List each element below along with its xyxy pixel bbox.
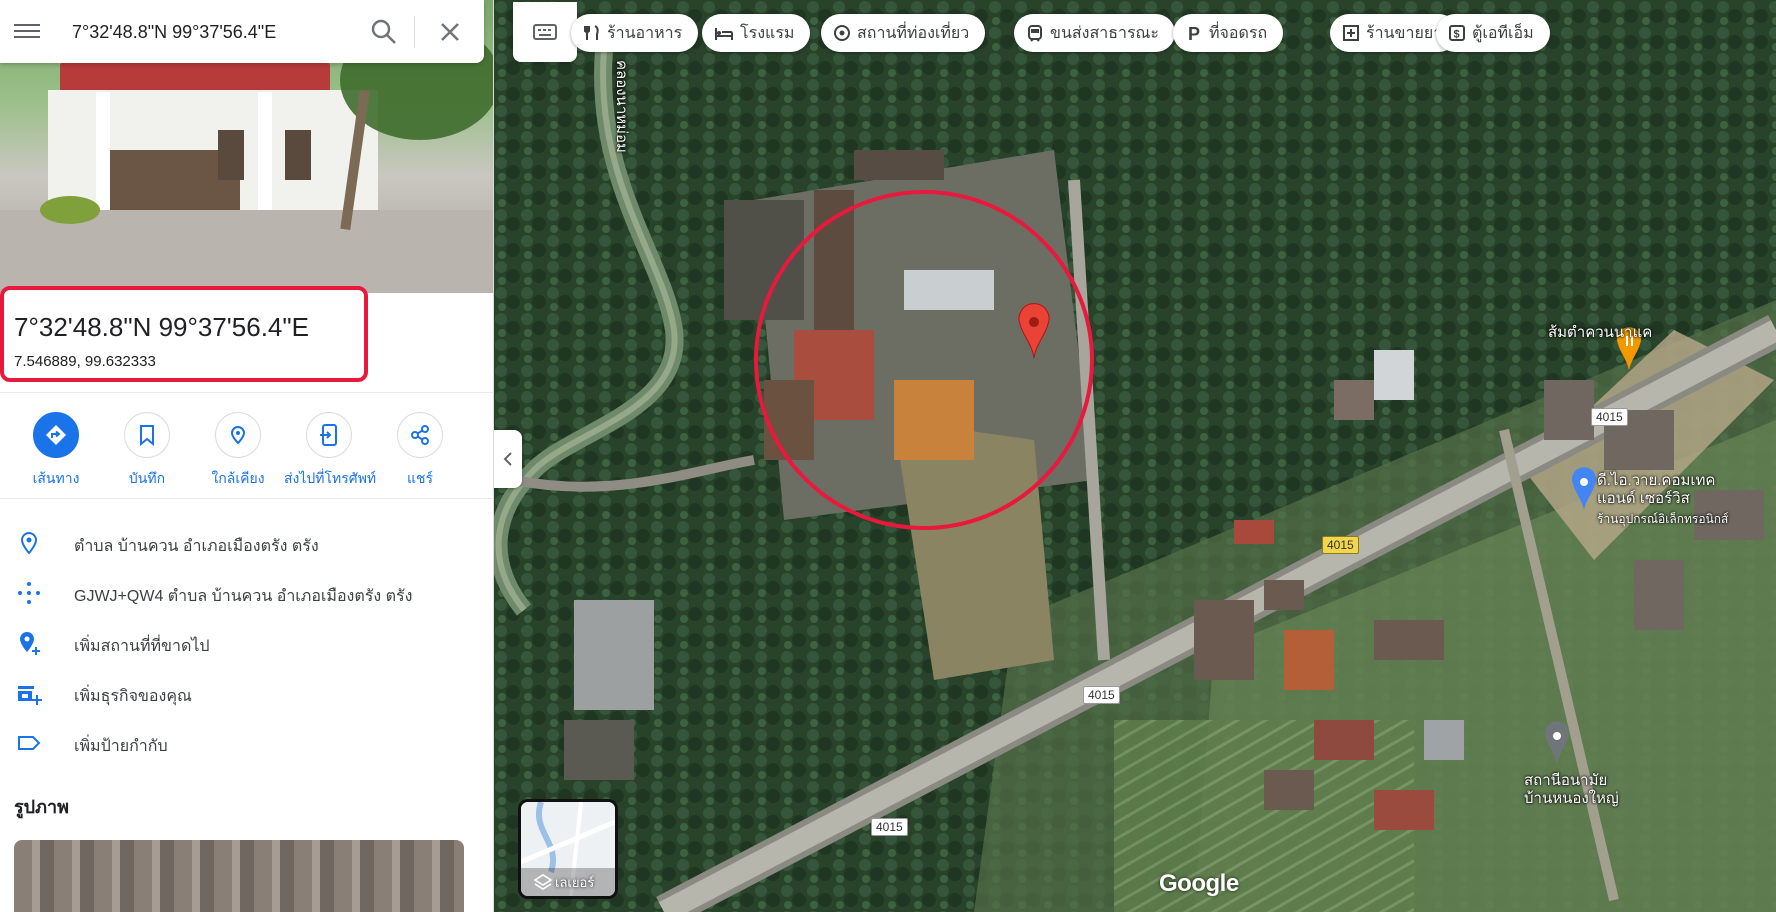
decimal-coordinates[interactable]: 7.546889, 99.632333 bbox=[14, 353, 156, 370]
keyboard-button[interactable] bbox=[513, 2, 577, 62]
health-poi-marker[interactable] bbox=[1545, 721, 1569, 764]
pharmacy-icon bbox=[1343, 25, 1359, 41]
chevron-left-icon bbox=[503, 452, 512, 466]
highlight-circle bbox=[754, 190, 1094, 530]
directions-button[interactable]: เส้นทาง bbox=[11, 412, 101, 490]
search-divider bbox=[414, 16, 415, 48]
nearby-icon bbox=[230, 425, 246, 445]
layers-button[interactable]: เลเยอร์ bbox=[518, 799, 618, 899]
shop-poi-marker[interactable] bbox=[1572, 467, 1596, 510]
chip-label: ตู้เอทีเอ็ม bbox=[1472, 24, 1534, 42]
chip-label: ร้านขายยา bbox=[1366, 24, 1443, 42]
save-button[interactable]: บันทึก bbox=[102, 412, 192, 490]
send-to-phone-button[interactable]: ส่งไปที่โทรศัพท์ bbox=[284, 412, 377, 490]
side-panel: 7°32'48.8"N 99°37'56.4"E 7.546889, 99.63… bbox=[0, 0, 494, 912]
location-pin-icon bbox=[20, 531, 38, 555]
chip-label: ที่จอดรถ bbox=[1209, 24, 1268, 42]
chip-label: ร้านอาหาร bbox=[607, 24, 683, 42]
svg-text:$: $ bbox=[1454, 29, 1460, 41]
chip-atm[interactable]: $ ตู้เอทีเอ็ม bbox=[1436, 14, 1550, 52]
add-business-icon bbox=[18, 686, 42, 705]
nearby-button[interactable]: ใกล้เคียง bbox=[193, 412, 283, 490]
road-number-4015: 4015 bbox=[1083, 686, 1120, 704]
chip-parking[interactable]: P ที่จอดรถ bbox=[1173, 14, 1284, 52]
info-text: เพิ่มธุรกิจของคุณ bbox=[74, 688, 192, 705]
road-number-4015: 4015 bbox=[871, 818, 908, 836]
add-place-icon bbox=[20, 632, 40, 655]
info-text: ตำบล บ้านควน อำเภอเมืองตรัง ตรัง bbox=[74, 538, 319, 555]
place-title: 7°32'48.8"N 99°37'56.4"E bbox=[14, 312, 309, 342]
action-label: ใกล้เคียง bbox=[211, 470, 265, 486]
canal-label: คลองนาหม่อม bbox=[613, 60, 630, 153]
transit-icon bbox=[1028, 25, 1042, 42]
atm-icon: $ bbox=[1449, 25, 1465, 41]
photos-heading: รูปภาพ bbox=[14, 797, 69, 817]
location-pin-marker[interactable] bbox=[1018, 303, 1050, 359]
info-row-add-business[interactable]: เพิ่มธุรกิจของคุณ bbox=[0, 672, 493, 712]
road-number-4015: 4015 bbox=[1591, 408, 1628, 426]
attraction-icon bbox=[834, 25, 850, 41]
google-logo: Google bbox=[1159, 870, 1239, 897]
chip-label: โรงแรม bbox=[740, 24, 795, 42]
info-row-add-label[interactable]: เพิ่มป้ายกำกับ bbox=[0, 722, 493, 762]
layers-label: เลเยอร์ bbox=[555, 875, 595, 890]
road-number-4015: 4015 bbox=[1322, 536, 1359, 554]
bookmark-icon bbox=[140, 425, 154, 446]
send-to-phone-icon bbox=[320, 424, 337, 446]
poi-label-restaurant[interactable]: ส้มตำควนนาแค bbox=[1548, 320, 1652, 344]
chip-transit[interactable]: ขนส่งสาธารณะ bbox=[1014, 14, 1175, 52]
divider bbox=[0, 392, 493, 393]
info-text: เพิ่มสถานที่ที่ขาดไป bbox=[74, 638, 210, 655]
directions-icon bbox=[46, 425, 66, 445]
info-row-add-place[interactable]: เพิ่มสถานที่ที่ขาดไป bbox=[0, 622, 493, 662]
search-box bbox=[0, 0, 484, 63]
divider bbox=[0, 498, 493, 499]
info-text: GJWJ+QW4 ตำบล บ้านควน อำเภอเมืองตรัง ตรั… bbox=[74, 588, 413, 605]
action-label: ส่งไปที่โทรศัพท์ bbox=[284, 470, 377, 486]
svg-text:P: P bbox=[1188, 24, 1200, 42]
info-text: เพิ่มป้ายกำกับ bbox=[74, 738, 168, 755]
chip-label: ขนส่งสาธารณะ bbox=[1050, 24, 1159, 42]
menu-icon[interactable] bbox=[14, 20, 40, 42]
chip-hotels[interactable]: โรงแรม bbox=[702, 14, 811, 52]
parking-icon: P bbox=[1188, 24, 1200, 42]
info-row-plus-code[interactable]: GJWJ+QW4 ตำบล บ้านควน อำเภอเมืองตรัง ตรั… bbox=[0, 572, 493, 612]
search-icon[interactable] bbox=[370, 18, 398, 46]
share-button[interactable]: แชร์ bbox=[375, 412, 465, 490]
poi-sublabel-shop: ร้านอุปกรณ์อิเล็กทรอนิกส์ bbox=[1597, 512, 1729, 526]
hotel-icon bbox=[715, 28, 733, 40]
restaurant-icon bbox=[584, 25, 599, 40]
info-row-address[interactable]: ตำบล บ้านควน อำเภอเมืองตรัง ตรัง bbox=[0, 522, 493, 562]
chip-restaurants[interactable]: ร้านอาหาร bbox=[571, 14, 699, 52]
close-icon[interactable] bbox=[436, 18, 464, 46]
poi-label-shop[interactable]: ดี.ไอ.วาย.คอมเทค แอนด์ เซอร์วิส bbox=[1597, 472, 1747, 508]
action-label: แชร์ bbox=[406, 470, 434, 486]
keyboard-icon bbox=[533, 24, 557, 40]
map-canvas[interactable]: คลองนาหม่อม ส้มตำควนนาแค ดี.ไอ.วาย.คอมเท… bbox=[494, 0, 1776, 912]
chip-attractions[interactable]: สถานที่ท่องเที่ยว bbox=[821, 14, 986, 52]
plus-code-icon bbox=[18, 582, 40, 604]
action-label: บันทึก bbox=[128, 470, 166, 486]
poi-label-health[interactable]: สถานีอนามัยบ้านหนองใหญ่ bbox=[1524, 772, 1634, 808]
label-icon bbox=[18, 736, 41, 750]
search-input[interactable] bbox=[72, 18, 342, 46]
action-label: เส้นทาง bbox=[32, 470, 80, 486]
share-icon bbox=[411, 425, 429, 445]
photo-thumbnail[interactable] bbox=[14, 840, 464, 912]
chip-label: สถานที่ท่องเที่ยว bbox=[857, 24, 970, 42]
collapse-panel-button[interactable] bbox=[494, 430, 522, 488]
